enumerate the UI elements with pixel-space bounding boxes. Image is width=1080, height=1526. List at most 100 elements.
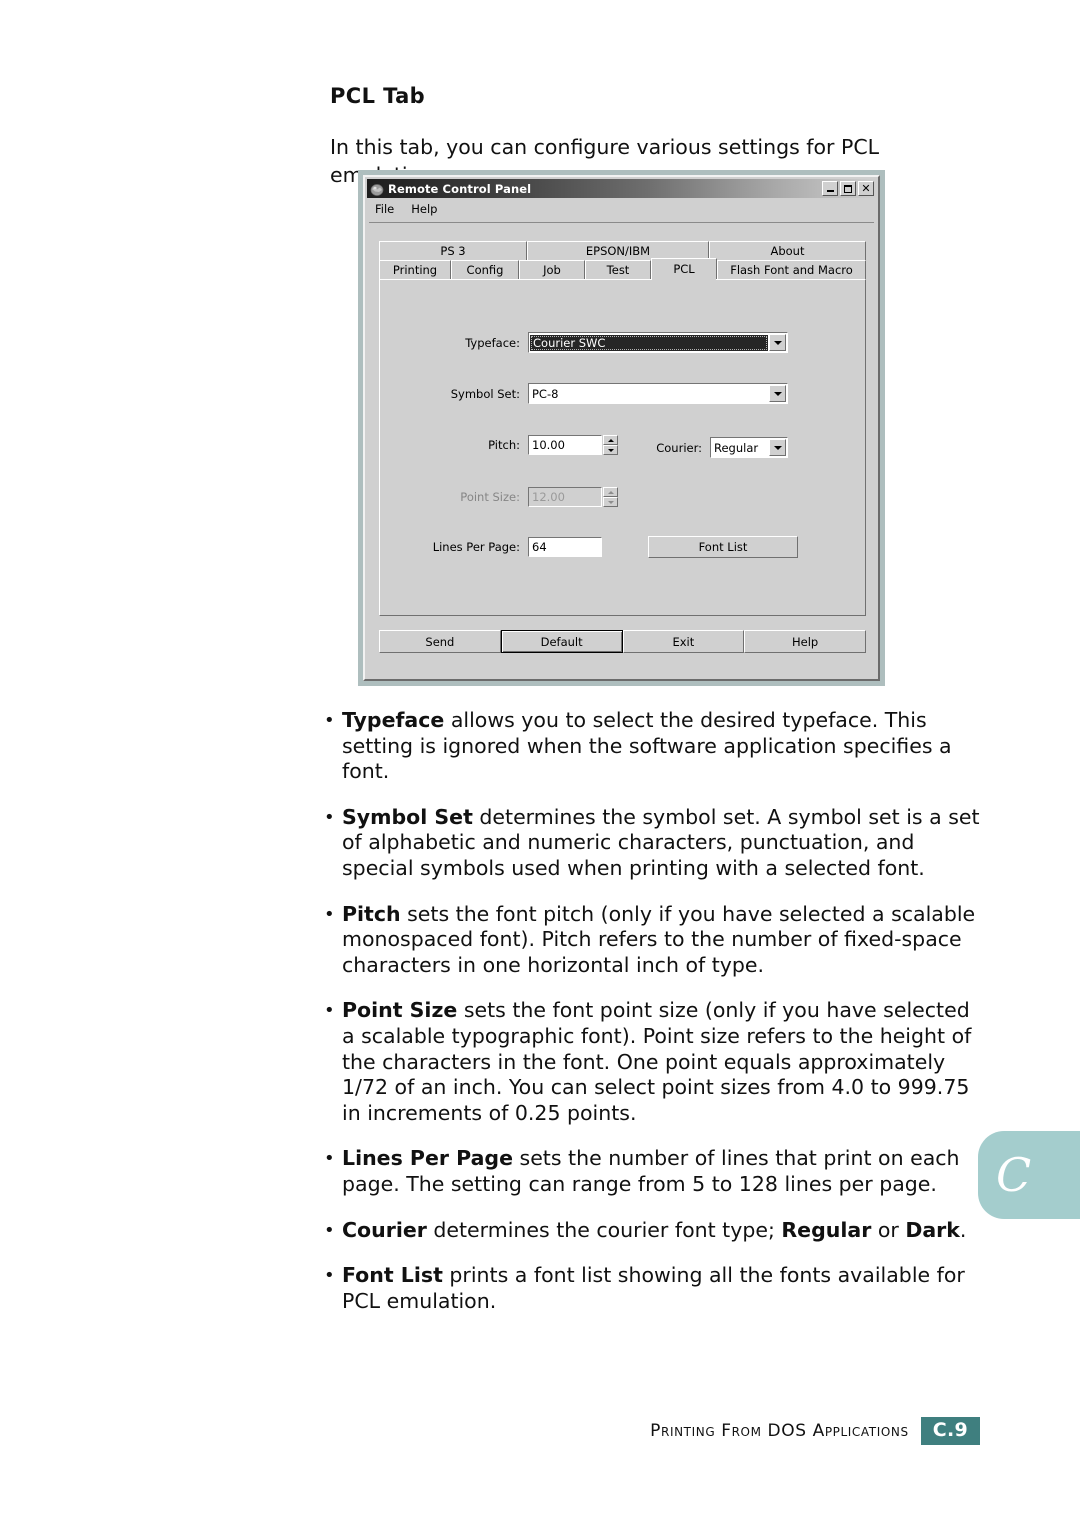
courier-combobox[interactable]: Regular <box>710 437 788 458</box>
dialog-menubar: File Help <box>367 199 876 218</box>
list-item: • Font List prints a font list showing al… <box>322 1263 982 1314</box>
typeface-label: Typeface: <box>465 335 520 350</box>
symbol-set-label: Symbol Set: <box>450 386 520 401</box>
chevron-down-icon[interactable] <box>769 385 786 402</box>
close-button[interactable]: ✕ <box>858 181 874 196</box>
menu-item-help[interactable]: Help <box>411 202 437 216</box>
document-page: PCL Tab In this tab, you can configure v… <box>0 0 1080 1526</box>
list-item: • Pitch sets the font pitch (only if you … <box>322 902 982 979</box>
printer-globe-icon <box>370 182 384 196</box>
bullet-dot: • <box>324 1000 335 1022</box>
lines-per-page-input[interactable]: 64 <box>528 537 602 557</box>
bullet-term: Lines Per Page <box>342 1146 513 1171</box>
bullet-dot: • <box>324 903 335 925</box>
menu-item-file[interactable]: File <box>375 202 394 216</box>
list-item: • Point Size sets the font point size (on… <box>322 998 982 1126</box>
exit-button[interactable]: Exit <box>622 630 745 653</box>
tab-label: PS 3 <box>440 244 466 258</box>
tab-job[interactable]: Job <box>519 260 585 279</box>
symbol-set-value: PC-8 <box>532 386 559 401</box>
chapter-letter: C <box>996 1148 1032 1202</box>
bullet-term: Typeface <box>342 708 445 732</box>
page-footer: Printing From DOS Applications C.9 <box>0 1417 1080 1451</box>
chevron-down-icon[interactable] <box>769 439 786 456</box>
pitch-input[interactable]: 10.00 <box>528 435 602 455</box>
font-list-button[interactable]: Font List <box>648 536 798 558</box>
tab-flash-font-and-macro[interactable]: Flash Font and Macro <box>717 260 866 279</box>
symbol-set-combobox[interactable]: PC-8 <box>528 383 788 404</box>
button-label: Exit <box>672 634 695 649</box>
tab-row-upper: PS 3 EPSON/IBM About <box>379 241 866 260</box>
button-label: Default <box>540 634 583 649</box>
tab-test[interactable]: Test <box>585 260 651 279</box>
maximize-button[interactable] <box>840 181 856 196</box>
footer-title: Printing From DOS Applications <box>650 1421 909 1441</box>
pcl-settings-panel: Typeface: Courier SWC Symbol Set: PC-8 P… <box>379 279 866 616</box>
tab-ps3[interactable]: PS 3 <box>379 241 527 260</box>
lines-per-page-value: 64 <box>532 540 547 554</box>
lines-per-page-field-row: Lines Per Page: 64 <box>402 537 602 557</box>
typeface-field-row: Typeface: Courier SWC <box>402 332 788 353</box>
stepper-down-icon[interactable] <box>603 445 618 455</box>
remote-control-panel-screenshot: Remote Control Panel ✕ File Help PS 3 EP… <box>358 170 885 686</box>
pitch-label: Pitch: <box>488 438 520 452</box>
typeface-combobox[interactable]: Courier SWC <box>528 332 788 353</box>
courier-label: Courier: <box>656 440 702 455</box>
bullet-list: • Typeface allows you to select the desir… <box>322 708 982 1334</box>
tab-label: Config <box>466 263 504 277</box>
dialog-button-row: Send Default Exit Help <box>379 630 866 653</box>
point-size-value: 12.00 <box>532 490 565 504</box>
list-item: • Symbol Set determines the symbol set. A… <box>322 805 982 882</box>
bullet-text: or <box>871 1217 906 1242</box>
bullet-term: Font List <box>342 1263 443 1288</box>
button-label: Help <box>792 634 819 649</box>
tab-about[interactable]: About <box>709 241 866 260</box>
default-button[interactable]: Default <box>500 630 623 653</box>
bullet-dot: • <box>324 806 335 828</box>
list-item: • Lines Per Page sets the number of lines… <box>322 1146 982 1197</box>
point-size-input: 12.00 <box>528 487 602 507</box>
stepper-down-icon <box>603 497 618 507</box>
dialog-body: PS 3 EPSON/IBM About Printing Config Job… <box>369 222 874 675</box>
bullet-term-regular: Regular <box>781 1217 872 1242</box>
bullet-dot: • <box>324 1265 335 1287</box>
pitch-stepper[interactable] <box>603 435 618 455</box>
tab-label: EPSON/IBM <box>585 244 651 258</box>
point-size-field-row: Point Size: 12.00 <box>402 487 618 507</box>
point-size-stepper <box>603 487 618 507</box>
bullet-text: determines the courier font type; <box>426 1217 782 1242</box>
tab-row-lower: Printing Config Job Test PCL Flash Font … <box>379 258 866 281</box>
send-button[interactable]: Send <box>379 630 501 653</box>
tab-label: Flash Font and Macro <box>730 263 853 277</box>
pitch-value: 10.00 <box>532 438 565 452</box>
bullet-dot: • <box>324 710 335 731</box>
tab-printing[interactable]: Printing <box>379 260 451 279</box>
bullet-text: . <box>959 1217 967 1242</box>
tab-label: Job <box>543 263 561 277</box>
bullet-term: Point Size <box>342 998 458 1023</box>
bullet-dot: • <box>324 1219 335 1241</box>
window-controls: ✕ <box>822 181 874 196</box>
dialog-titlebar: Remote Control Panel ✕ <box>367 179 876 198</box>
typeface-value: Courier SWC <box>530 334 768 351</box>
font-list-label: Font List <box>698 540 748 554</box>
courier-field-row: Courier: Regular <box>648 437 788 458</box>
stepper-up-icon[interactable] <box>603 435 618 445</box>
tab-pcl[interactable]: PCL <box>651 258 717 281</box>
bullet-term: Courier <box>342 1217 427 1242</box>
tab-label: Printing <box>392 263 438 277</box>
tab-label: About <box>770 244 805 258</box>
button-label: Send <box>425 634 455 649</box>
bullet-term-dark: Dark <box>905 1217 960 1242</box>
minimize-button[interactable] <box>822 181 838 196</box>
chevron-down-icon[interactable] <box>769 334 786 351</box>
maximize-icon <box>844 184 852 193</box>
list-item: • Typeface allows you to select the desir… <box>322 708 982 785</box>
dialog-title: Remote Control Panel <box>388 181 532 196</box>
dialog-window: Remote Control Panel ✕ File Help PS 3 EP… <box>363 175 880 681</box>
tab-label: PCL <box>673 262 695 276</box>
tab-config[interactable]: Config <box>451 260 519 279</box>
help-button[interactable]: Help <box>744 630 866 653</box>
tab-label: Test <box>606 263 630 277</box>
courier-value: Regular <box>714 440 759 455</box>
